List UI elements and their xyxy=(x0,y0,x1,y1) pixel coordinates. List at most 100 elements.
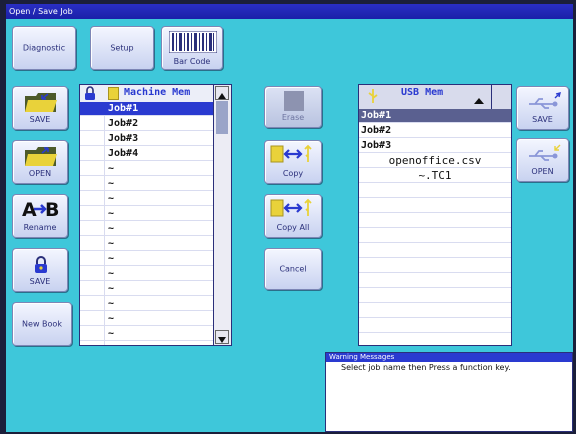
setup-button[interactable]: Setup xyxy=(90,26,154,70)
list-item[interactable]: ~ xyxy=(80,312,214,326)
usb-save-icon xyxy=(529,92,561,109)
list-item[interactable]: Job#2 xyxy=(80,117,214,131)
usb-item[interactable]: Job#2 xyxy=(359,124,511,138)
list-item-label: Job#1 xyxy=(108,103,139,114)
list-item-label: ~ xyxy=(108,268,115,279)
copy-arrow-icon xyxy=(270,144,312,163)
rename-button[interactable]: A B Rename xyxy=(12,194,68,238)
machine-memory-list[interactable]: Machine Mem Job#1 Job#2 Job#3 Job#4 ~ ~ ~ ~ ~ ~ ~ ~… xyxy=(79,84,232,346)
erase-button[interactable]: Erase xyxy=(264,86,322,128)
save-to-usb-button[interactable]: SAVE xyxy=(516,86,569,130)
barcode-icon xyxy=(169,31,217,53)
screen: Open / Save Job Diagnostic Setup Bar Cod… xyxy=(6,4,573,432)
usb-item[interactable]: Job#3 xyxy=(359,139,511,153)
usb-open-label: OPEN xyxy=(531,167,554,176)
usb-item-selected[interactable]: Job#1 xyxy=(359,109,511,123)
copy-button[interactable]: Copy xyxy=(264,140,322,184)
usb-item[interactable] xyxy=(359,289,511,303)
list-item[interactable]: ~ xyxy=(80,282,214,296)
list-item[interactable]: ~ xyxy=(80,207,214,221)
list-item-label: ~ xyxy=(108,238,115,249)
open-from-machine-button[interactable]: OPEN xyxy=(12,140,68,184)
rename-label: Rename xyxy=(23,223,57,232)
usb-item[interactable] xyxy=(359,229,511,243)
chevron-down-icon xyxy=(218,337,226,343)
erase-icon xyxy=(284,91,304,111)
save-lock-label: SAVE xyxy=(29,277,51,286)
rename-icon: A B xyxy=(22,199,59,220)
usb-item[interactable] xyxy=(359,199,511,213)
save-lock-button[interactable]: SAVE xyxy=(12,248,68,292)
list-item-label: ~ xyxy=(108,208,115,219)
open-from-usb-button[interactable]: OPEN xyxy=(516,138,569,182)
list-item[interactable]: ~ xyxy=(80,267,214,281)
usb-memory-list[interactable]: USB Mem Job#1 Job#2 Job#3 openoffice.csv ~.T… xyxy=(358,84,512,346)
warning-message: Select job name then Press a function ke… xyxy=(341,363,511,372)
list-item-label: ~ xyxy=(108,253,115,264)
usb-item[interactable] xyxy=(359,274,511,288)
list-item[interactable]: ~ xyxy=(80,192,214,206)
usb-item[interactable] xyxy=(359,304,511,318)
scroll-thumb[interactable] xyxy=(216,101,228,134)
usb-save-label: SAVE xyxy=(532,115,553,124)
list-item[interactable]: ~ xyxy=(80,237,214,251)
usb-list-title: USB Mem xyxy=(401,87,444,98)
save-label: SAVE xyxy=(29,115,51,124)
usb-item-label: ~.TC1 xyxy=(418,169,452,182)
cancel-button[interactable]: Cancel xyxy=(264,248,322,290)
list-item[interactable]: ~ xyxy=(80,222,214,236)
diagnostic-button[interactable]: Diagnostic xyxy=(12,26,76,70)
list-item[interactable]: Job#4 xyxy=(80,147,214,161)
usb-item[interactable] xyxy=(359,319,511,333)
usb-item[interactable] xyxy=(359,259,511,273)
save-to-machine-button[interactable]: SAVE xyxy=(12,86,68,130)
usb-list-header: USB Mem xyxy=(359,85,511,110)
list-item[interactable]: ~ xyxy=(80,297,214,311)
list-item-selected[interactable]: Job#1 xyxy=(80,102,214,116)
list-item[interactable]: ~ xyxy=(80,162,214,176)
machine-list-title: Machine Mem xyxy=(124,87,191,98)
scroll-up-button[interactable] xyxy=(215,86,229,100)
usb-item[interactable]: openoffice.csv xyxy=(359,154,511,168)
list-item-label: ~ xyxy=(108,328,115,339)
usb-header-divider xyxy=(491,85,492,109)
usb-icon xyxy=(368,89,378,103)
barcode-label: Bar Code xyxy=(173,57,211,66)
barcode-button[interactable]: Bar Code xyxy=(161,26,223,70)
copy-all-arrow-icon xyxy=(270,198,312,217)
memory-card-icon xyxy=(108,87,119,100)
usb-item[interactable] xyxy=(359,244,511,258)
sort-up-icon xyxy=(474,98,484,104)
list-item[interactable]: ~ xyxy=(80,327,214,341)
usb-open-icon xyxy=(529,144,561,161)
usb-item[interactable]: ~.TC1 xyxy=(359,169,511,183)
list-item-label: Job#3 xyxy=(108,133,139,144)
folder-save-icon xyxy=(25,93,57,112)
list-item-label: ~ xyxy=(108,283,115,294)
copy-all-button[interactable]: Copy All xyxy=(264,194,322,238)
copy-label: Copy xyxy=(282,169,304,178)
list-item-label: ~ xyxy=(108,178,115,189)
list-item[interactable]: Job#3 xyxy=(80,132,214,146)
list-item[interactable]: ~ xyxy=(80,177,214,191)
folder-open-icon xyxy=(25,147,57,166)
usb-item-label: Job#3 xyxy=(361,140,392,151)
list-item-label: ~ xyxy=(108,193,115,204)
usb-item[interactable] xyxy=(359,214,511,228)
list-item-label: ~ xyxy=(108,298,115,309)
scroll-down-button[interactable] xyxy=(215,330,229,344)
list-item[interactable]: ~ xyxy=(80,252,214,266)
new-book-button[interactable]: New Book xyxy=(12,302,72,346)
machine-list-scrollbar[interactable] xyxy=(213,85,231,345)
machine-list-rows: Job#1 Job#2 Job#3 Job#4 ~ ~ ~ ~ ~ ~ ~ ~ ~ ~ ~ ~ xyxy=(80,102,214,345)
open-label: OPEN xyxy=(28,169,52,178)
erase-label: Erase xyxy=(281,113,305,122)
machine-list-header: Machine Mem xyxy=(80,85,231,103)
copy-all-label: Copy All xyxy=(276,223,310,232)
diagnostic-label: Diagnostic xyxy=(22,43,66,53)
list-item-label: ~ xyxy=(108,163,115,174)
lock-icon xyxy=(85,86,95,100)
setup-label: Setup xyxy=(110,43,134,53)
usb-item[interactable] xyxy=(359,184,511,198)
list-item-label: ~ xyxy=(108,313,115,324)
